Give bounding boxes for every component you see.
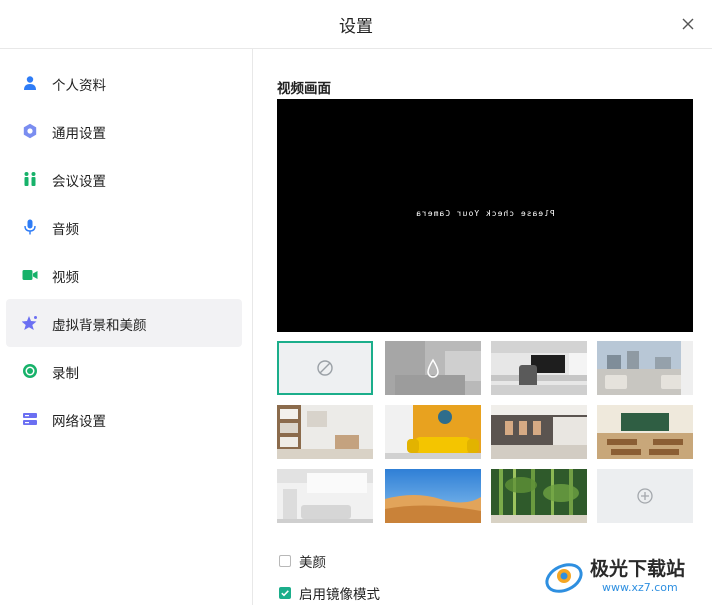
beauty-label: 美颜 <box>299 555 326 571</box>
video-message: Please check Your Camera <box>415 209 555 218</box>
watermark-title: 极光下载站 <box>590 558 686 580</box>
sidebar-item-network[interactable]: 网络设置 <box>6 395 242 443</box>
sidebar-item-audio[interactable]: 音频 <box>6 203 242 251</box>
background-conference-room[interactable] <box>491 405 587 459</box>
background-lobby-window[interactable] <box>597 341 693 395</box>
beauty-checkbox[interactable] <box>279 555 291 567</box>
user-icon <box>24 76 36 90</box>
watermark-url: www.xz7.com <box>602 581 678 594</box>
sidebar-item-label: 录制 <box>52 366 79 382</box>
sidebar-item-label: 音频 <box>52 222 79 238</box>
background-add-custom[interactable] <box>597 469 693 523</box>
mirror-checkbox[interactable] <box>279 587 291 599</box>
site-watermark: 极光下载站 www.xz7.com <box>540 548 708 602</box>
sidebar-item-profile[interactable]: 个人资料 <box>6 59 242 107</box>
mirror-option[interactable]: 启用镜像模式 <box>279 583 380 603</box>
checkmark-icon <box>281 590 289 597</box>
background-grid <box>277 341 695 523</box>
server-icon <box>23 413 37 425</box>
sparkle-icon <box>22 316 37 330</box>
background-none[interactable] <box>277 341 373 395</box>
sidebar-item-label: 通用设置 <box>52 126 106 142</box>
background-classroom[interactable] <box>597 405 693 459</box>
sidebar-item-label: 虚拟背景和美颜 <box>52 318 147 334</box>
gear-icon <box>23 123 37 139</box>
people-icon <box>24 172 36 186</box>
settings-content: 视频画面 Please check Your Camera 美颜 启用镜像模式 <box>253 49 712 605</box>
sidebar-item-general[interactable]: 通用设置 <box>6 107 242 155</box>
sidebar-item-label: 个人资料 <box>52 78 106 94</box>
watermark-logo-icon <box>545 563 583 593</box>
sidebar-item-label: 会议设置 <box>52 174 106 190</box>
background-bamboo[interactable] <box>491 469 587 523</box>
sidebar-item-label: 网络设置 <box>52 414 106 430</box>
background-office-desk[interactable] <box>491 341 587 395</box>
beauty-option[interactable]: 美颜 <box>279 551 326 571</box>
sidebar-item-meeting[interactable]: 会议设置 <box>6 155 242 203</box>
background-yellow-sofa[interactable] <box>385 405 481 459</box>
sidebar-item-recording[interactable]: 录制 <box>6 347 242 395</box>
camera-icon <box>22 270 38 280</box>
background-blur[interactable] <box>385 341 481 395</box>
microphone-icon <box>24 219 36 235</box>
window-title: 设置 <box>339 17 373 37</box>
record-icon <box>23 364 37 378</box>
background-study-shelf[interactable] <box>277 405 373 459</box>
sidebar-item-label: 视频 <box>52 270 79 286</box>
sidebar-item-virtual-background[interactable]: 虚拟背景和美颜 <box>6 299 242 347</box>
video-preview: Please check Your Camera <box>277 99 693 332</box>
title-bar: 设置 <box>0 0 712 49</box>
sidebar-item-video[interactable]: 视频 <box>6 251 242 299</box>
close-icon[interactable] <box>678 14 698 34</box>
background-desert[interactable] <box>385 469 481 523</box>
background-bright-room[interactable] <box>277 469 373 523</box>
section-title: 视频画面 <box>277 81 331 97</box>
settings-sidebar: 个人资料 通用设置 会议设置 音频 视频 虚拟背景和美颜 录制 网络设置 <box>0 49 253 605</box>
mirror-label: 启用镜像模式 <box>299 587 380 603</box>
